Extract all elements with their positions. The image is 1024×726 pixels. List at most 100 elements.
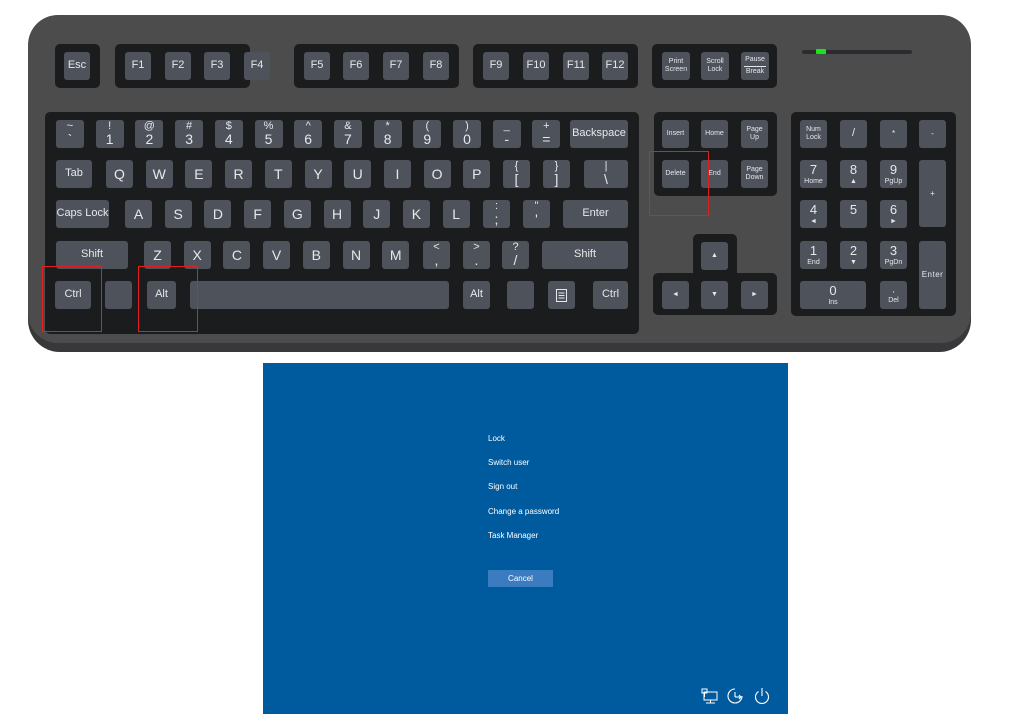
- key-f6[interactable]: F6: [343, 52, 369, 80]
- key-number-8[interactable]: * 8: [373, 120, 402, 148]
- key-insert[interactable]: Insert: [662, 120, 689, 148]
- key-l[interactable]: L: [442, 200, 470, 228]
- key-f2[interactable]: F2: [165, 52, 191, 80]
- option-task-manager[interactable]: Task Manager: [488, 531, 538, 540]
- key-numpad-minus[interactable]: -: [919, 120, 946, 148]
- key-number-5[interactable]: % 5: [254, 120, 283, 148]
- key-k[interactable]: K: [402, 200, 430, 228]
- key-arrow-up[interactable]: ▲: [701, 242, 728, 270]
- key-number-9[interactable]: (9: [413, 120, 442, 148]
- key-enter[interactable]: Enter: [563, 200, 628, 228]
- key-r[interactable]: R: [225, 160, 253, 188]
- key-j[interactable]: J: [363, 200, 391, 228]
- key-esc[interactable]: Esc: [64, 52, 90, 80]
- key-space[interactable]: [190, 281, 449, 309]
- key-arrow-right[interactable]: ►: [741, 281, 768, 309]
- key-h[interactable]: H: [323, 200, 351, 228]
- key-alt-right[interactable]: Alt: [463, 281, 490, 309]
- key-f10[interactable]: F10: [523, 52, 549, 80]
- key-a[interactable]: A: [125, 200, 152, 228]
- key-menu[interactable]: [548, 281, 575, 309]
- key-s[interactable]: S: [164, 200, 192, 228]
- key-tab[interactable]: Tab: [56, 160, 92, 188]
- power-icon[interactable]: [752, 686, 772, 706]
- key-page-down[interactable]: Page Down: [741, 160, 768, 188]
- key-numpad-0[interactable]: 0 Ins: [800, 281, 866, 309]
- key-number-0[interactable]: ~ `: [56, 120, 84, 148]
- key-slash[interactable]: ? /: [502, 241, 529, 269]
- key-f[interactable]: F: [244, 200, 272, 228]
- key-ctrl-left[interactable]: Ctrl: [55, 281, 91, 309]
- key-number-12[interactable]: + =: [532, 120, 561, 148]
- key-number-7[interactable]: & 7: [333, 120, 362, 148]
- key-f1[interactable]: F1: [125, 52, 151, 80]
- key-f5[interactable]: F5: [304, 52, 330, 80]
- key-arrow-down[interactable]: ▼: [701, 281, 728, 309]
- key-home[interactable]: Home: [701, 120, 728, 148]
- key-i[interactable]: I: [383, 160, 411, 188]
- key-u[interactable]: U: [344, 160, 372, 188]
- key-y[interactable]: Y: [304, 160, 332, 188]
- key-quote[interactable]: " ': [523, 200, 550, 228]
- key-d[interactable]: D: [204, 200, 232, 228]
- key-f8[interactable]: F8: [423, 52, 449, 80]
- key-number-11[interactable]: _ -: [492, 120, 521, 148]
- key-x[interactable]: X: [183, 241, 211, 269]
- key-q[interactable]: Q: [106, 160, 133, 188]
- key-w[interactable]: W: [145, 160, 173, 188]
- key-period[interactable]: >.: [463, 241, 490, 269]
- key-scroll-lock[interactable]: Scroll Lock: [701, 52, 729, 80]
- key-backspace[interactable]: Backspace: [570, 120, 628, 148]
- key-o[interactable]: O: [423, 160, 451, 188]
- key-t[interactable]: T: [264, 160, 292, 188]
- key-backslash[interactable]: | \: [584, 160, 628, 188]
- option-lock[interactable]: Lock: [488, 434, 505, 443]
- option-switch-user[interactable]: Switch user: [488, 458, 529, 467]
- option-sign-out[interactable]: Sign out: [488, 482, 517, 491]
- key-bracket-open[interactable]: {[: [503, 160, 530, 188]
- ease-of-access-icon[interactable]: [725, 686, 745, 706]
- key-win-right[interactable]: [507, 281, 534, 309]
- key-page-up[interactable]: Page Up: [741, 120, 768, 148]
- key-numpad-enter[interactable]: Enter: [919, 241, 946, 309]
- key-m[interactable]: M: [382, 241, 410, 269]
- key-p[interactable]: P: [463, 160, 491, 188]
- key-shift-right[interactable]: Shift: [542, 241, 628, 269]
- key-f7[interactable]: F7: [383, 52, 409, 80]
- key-number-4[interactable]: $4: [214, 120, 243, 148]
- key-caps-lock[interactable]: Caps Lock: [56, 200, 109, 228]
- key-v[interactable]: V: [263, 241, 291, 269]
- key-arrow-left[interactable]: ◄: [662, 281, 689, 309]
- key-z[interactable]: Z: [144, 241, 171, 269]
- key-f4[interactable]: F4: [244, 52, 270, 80]
- key-number-2[interactable]: @2: [135, 120, 164, 148]
- network-icon[interactable]: [699, 686, 719, 706]
- key-numpad-2[interactable]: 2 ▼: [840, 241, 867, 269]
- key-numpad-6[interactable]: 6 ►: [880, 200, 907, 228]
- key-win-left[interactable]: [105, 281, 132, 309]
- key-f12[interactable]: F12: [602, 52, 628, 80]
- key-f11[interactable]: F11: [563, 52, 589, 80]
- key-num-lock[interactable]: Num Lock: [800, 120, 827, 148]
- option-change-password[interactable]: Change a password: [488, 507, 559, 516]
- key-numpad-multiply[interactable]: *: [880, 120, 907, 148]
- key-numpad-4[interactable]: 4 ◄: [800, 200, 827, 228]
- key-e[interactable]: E: [185, 160, 213, 188]
- key-semicolon[interactable]: :;: [483, 200, 510, 228]
- key-numpad-1[interactable]: 1 End: [800, 241, 827, 269]
- key-end[interactable]: End: [701, 160, 728, 188]
- key-number-1[interactable]: ! 1: [95, 120, 124, 148]
- cancel-button[interactable]: Cancel: [488, 570, 553, 587]
- key-numpad-decimal[interactable]: , Del: [880, 281, 907, 309]
- key-g[interactable]: G: [283, 200, 311, 228]
- key-numpad-9[interactable]: 9 PgUp: [880, 160, 907, 188]
- key-number-3[interactable]: #3: [175, 120, 204, 148]
- key-number-6[interactable]: ^ 6: [294, 120, 323, 148]
- key-alt-left[interactable]: Alt: [147, 281, 176, 309]
- key-numpad-plus[interactable]: +: [919, 160, 946, 227]
- key-bracket-close[interactable]: }]: [543, 160, 570, 188]
- key-f9[interactable]: F9: [483, 52, 509, 80]
- key-f3[interactable]: F3: [204, 52, 230, 80]
- key-c[interactable]: C: [223, 241, 251, 269]
- key-n[interactable]: N: [342, 241, 370, 269]
